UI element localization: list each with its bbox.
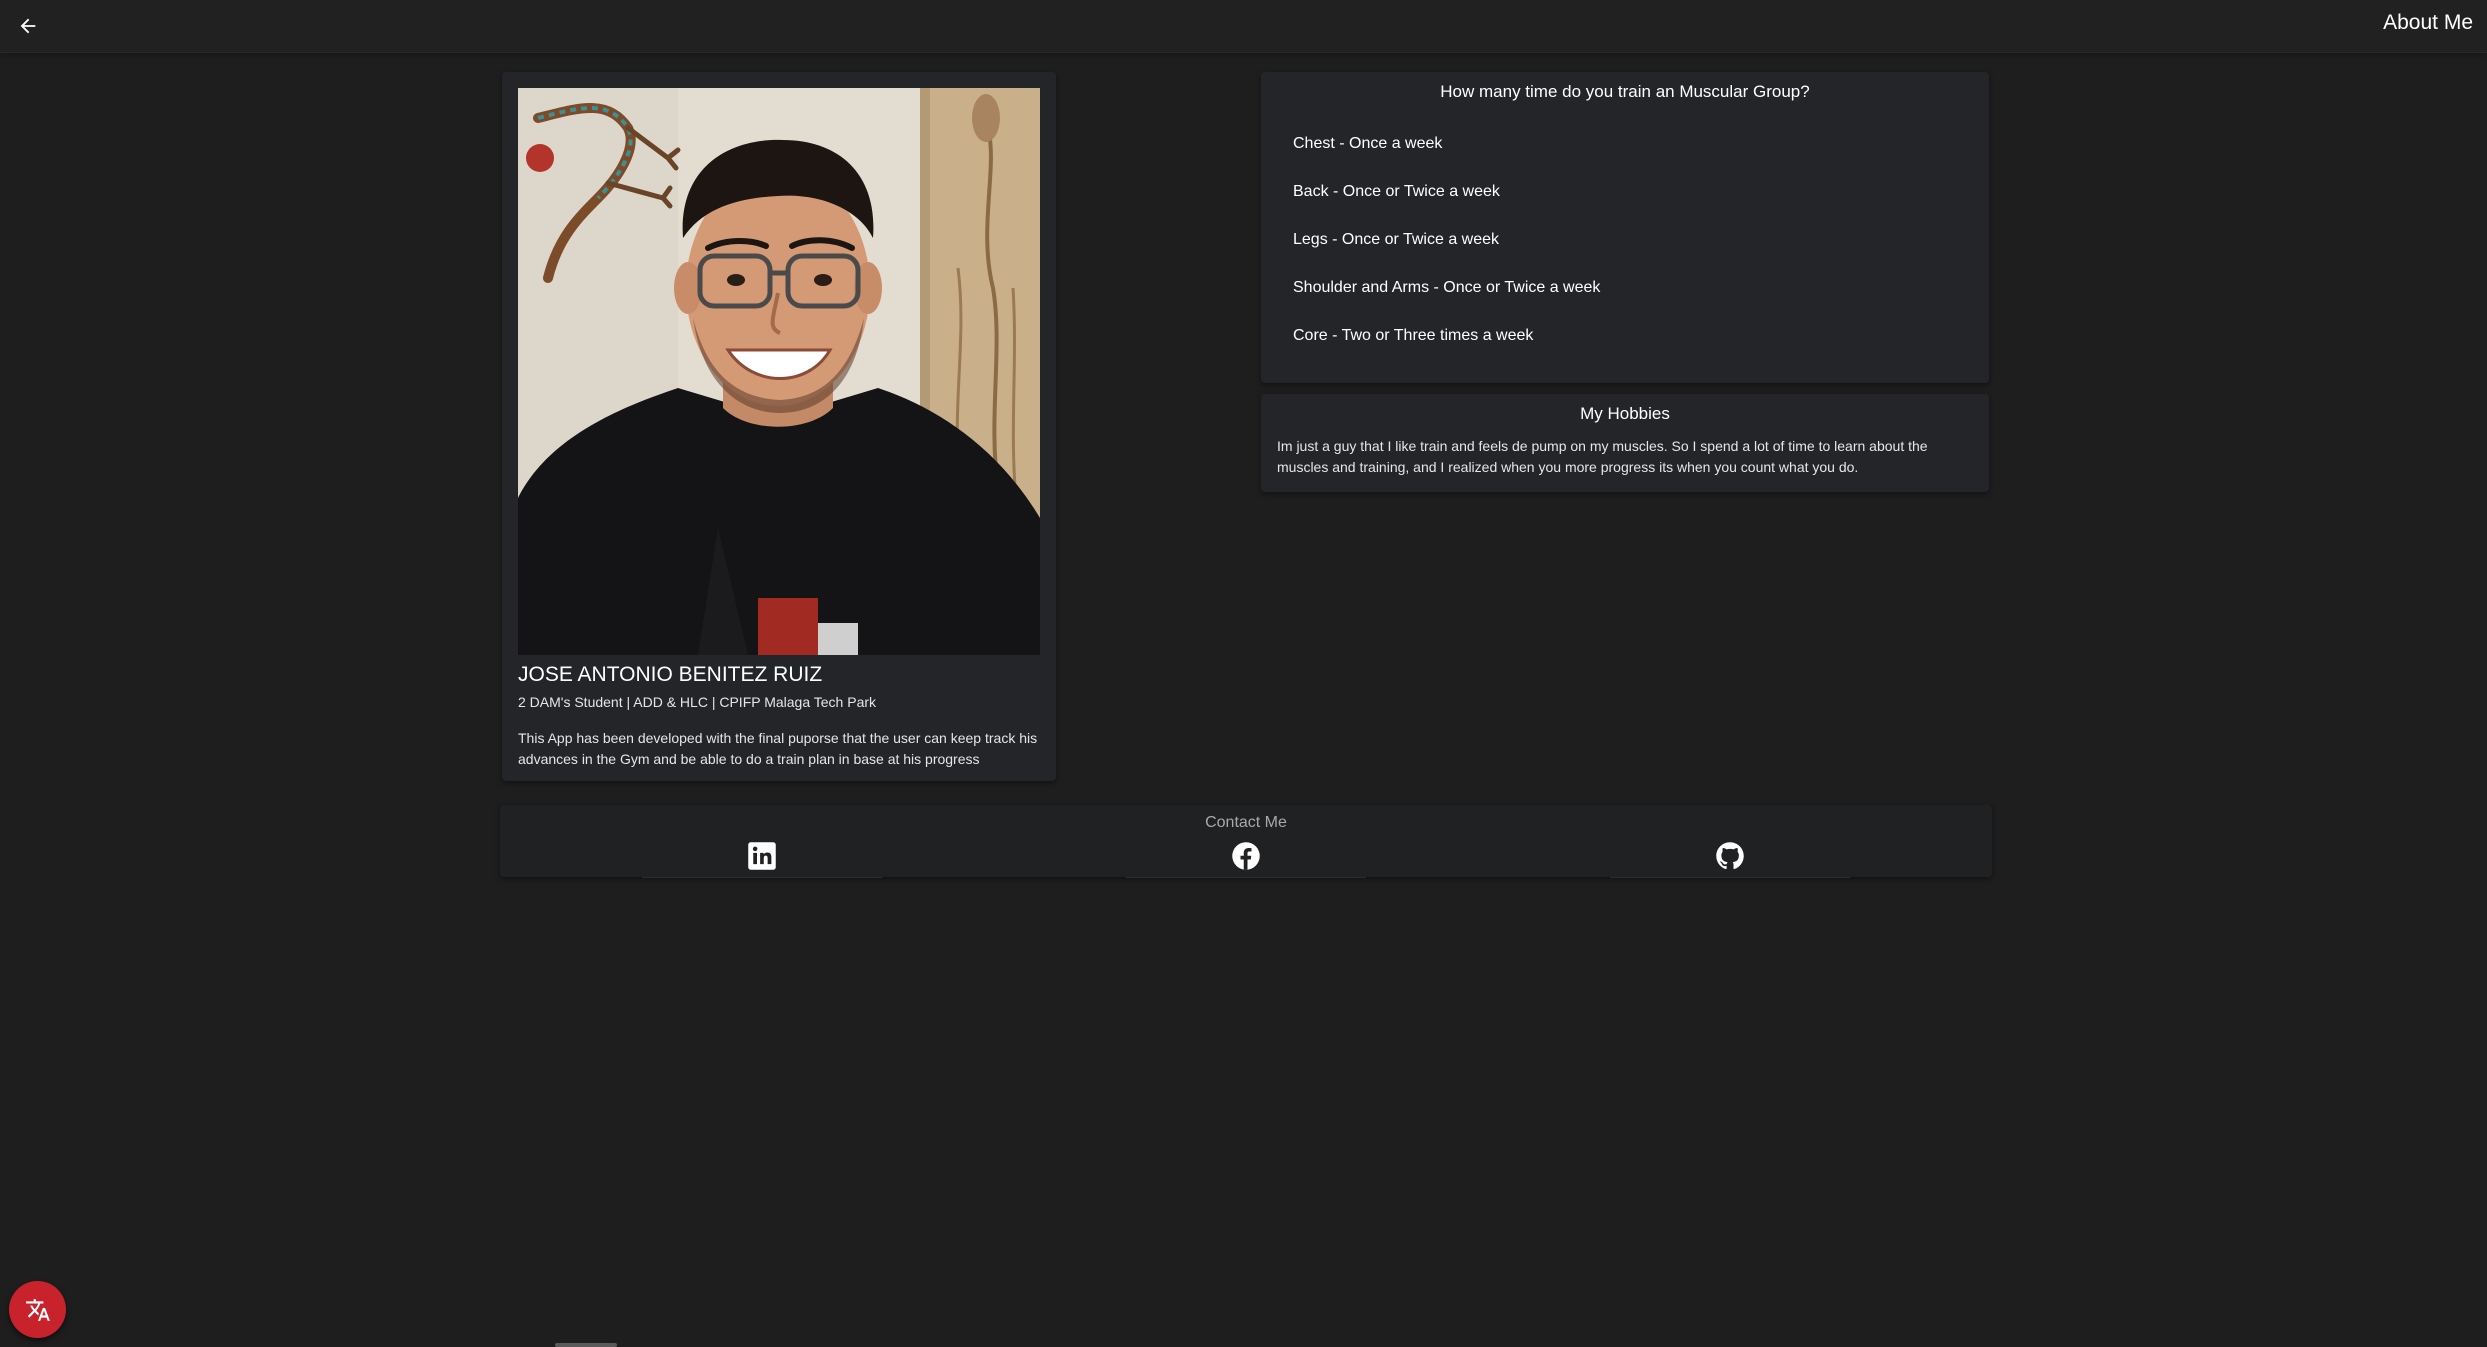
contact-card: Contact Me [500, 805, 1992, 878]
linkedin-icon [748, 842, 776, 870]
arrow-left-icon [20, 18, 36, 34]
back-button[interactable] [8, 6, 48, 46]
page-title: About Me [2383, 11, 2473, 34]
profile-photo-image [518, 88, 1040, 655]
contact-title: Contact Me [1205, 814, 1287, 831]
training-item-core[interactable]: Core - Two or Three times a week [1261, 312, 1989, 360]
training-item-shoulder-arms[interactable]: Shoulder and Arms - Once or Twice a week [1261, 264, 1989, 312]
translate-button[interactable] [9, 1281, 66, 1338]
profile-description: This App has been developed with the fin… [518, 730, 1038, 767]
facebook-icon [1232, 842, 1260, 870]
profile-card: JOSE ANTONIO BENITEZ RUIZ 2 DAM's Studen… [502, 72, 1056, 781]
hobbies-card: My Hobbies Im just a guy that I like tra… [1261, 394, 1989, 492]
facebook-link[interactable] [1126, 835, 1366, 878]
training-item-back[interactable]: Back - Once or Twice a week [1261, 168, 1989, 216]
training-title: How many time do you train an Muscular G… [1440, 82, 1810, 101]
top-app-bar: About Me [0, 0, 2487, 53]
github-icon [1716, 842, 1744, 870]
profile-name: JOSE ANTONIO BENITEZ RUIZ [518, 663, 823, 686]
profile-subtitle: 2 DAM's Student | ADD & HLC | CPIFP Mala… [518, 694, 877, 710]
hobbies-text: Im just a guy that I like train and feel… [1277, 438, 1928, 475]
training-item-legs[interactable]: Legs - Once or Twice a week [1261, 216, 1989, 264]
hobbies-title: My Hobbies [1580, 404, 1670, 423]
training-list: Chest - Once a week Back - Once or Twice… [1261, 120, 1989, 360]
linkedin-link[interactable] [642, 835, 882, 878]
profile-photo [518, 88, 1040, 655]
training-card: How many time do you train an Muscular G… [1261, 72, 1989, 383]
translate-icon [25, 1298, 50, 1321]
training-item-chest[interactable]: Chest - Once a week [1261, 120, 1989, 168]
github-link[interactable] [1610, 835, 1850, 878]
scroll-indicator[interactable] [555, 1343, 617, 1347]
